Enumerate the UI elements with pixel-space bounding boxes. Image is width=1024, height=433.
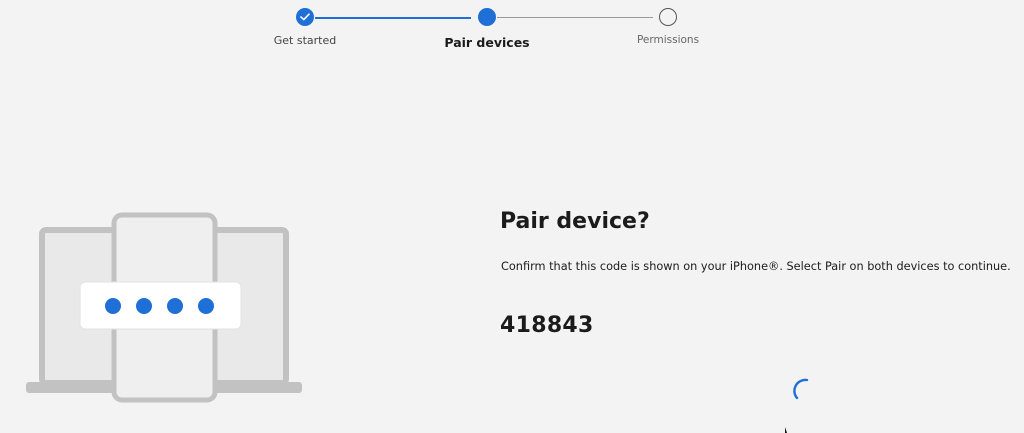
page-title: Pair device? (500, 209, 650, 234)
code-card (79, 281, 242, 330)
step-current-indicator (478, 8, 496, 26)
spinner-icon (793, 378, 809, 400)
step-label-get-started: Get started (273, 34, 337, 47)
stepper-line-pending (497, 17, 653, 18)
pairing-illustration (26, 212, 302, 403)
code-dot-icon (105, 298, 121, 314)
step-label-pair-devices: Pair devices (444, 35, 530, 50)
mouse-cursor-icon (785, 427, 787, 433)
code-dot-icon (167, 298, 183, 314)
instruction-text: Confirm that this code is shown on your … (501, 260, 1011, 273)
pairing-code: 418843 (500, 313, 594, 338)
stepper-line-completed (315, 17, 471, 19)
progress-stepper: Get started Pair devices Permissions (0, 0, 1024, 60)
step-pending-indicator (659, 8, 677, 26)
code-dot-icon (198, 298, 214, 314)
code-dot-icon (136, 298, 152, 314)
step-label-permissions: Permissions (636, 34, 700, 46)
pair-devices-page: Get started Pair devices Permissions Pai… (0, 0, 1024, 433)
step-completed-check-icon (296, 8, 314, 26)
